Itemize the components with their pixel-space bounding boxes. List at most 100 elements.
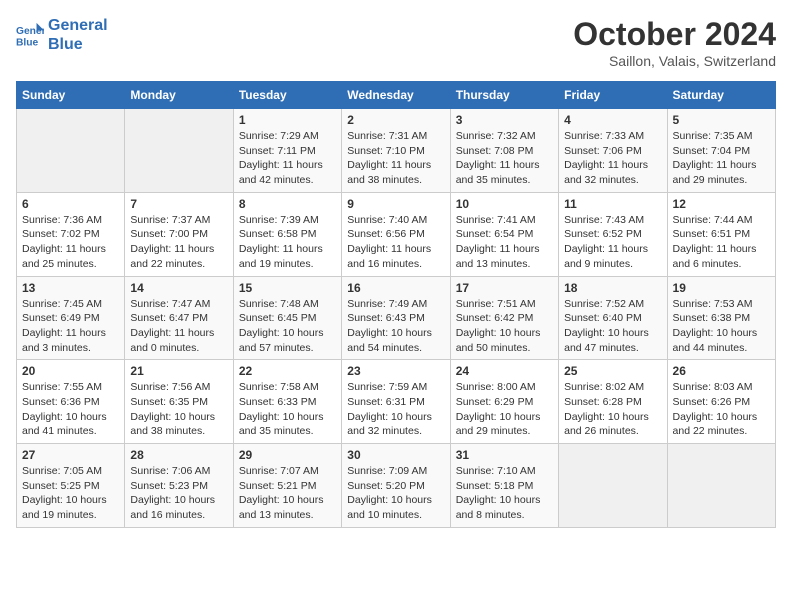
calendar-table: SundayMondayTuesdayWednesdayThursdayFrid…	[16, 81, 776, 528]
calendar-cell: 16 Sunrise: 7:49 AM Sunset: 6:43 PM Dayl…	[342, 276, 450, 360]
day-number: 9	[347, 197, 444, 211]
calendar-cell: 14 Sunrise: 7:47 AM Sunset: 6:47 PM Dayl…	[125, 276, 233, 360]
day-number: 17	[456, 281, 553, 295]
day-number: 12	[673, 197, 770, 211]
weekday-header-thursday: Thursday	[450, 82, 558, 109]
day-number: 27	[22, 448, 119, 462]
day-info: Sunrise: 7:58 AM Sunset: 6:33 PM Dayligh…	[239, 380, 336, 439]
day-number: 29	[239, 448, 336, 462]
day-info: Sunrise: 8:00 AM Sunset: 6:29 PM Dayligh…	[456, 380, 553, 439]
calendar-cell: 29 Sunrise: 7:07 AM Sunset: 5:21 PM Dayl…	[233, 444, 341, 528]
calendar-cell: 11 Sunrise: 7:43 AM Sunset: 6:52 PM Dayl…	[559, 192, 667, 276]
calendar-cell: 30 Sunrise: 7:09 AM Sunset: 5:20 PM Dayl…	[342, 444, 450, 528]
page-header: General Blue General Blue October 2024 S…	[16, 16, 776, 69]
day-info: Sunrise: 7:36 AM Sunset: 7:02 PM Dayligh…	[22, 213, 119, 272]
calendar-cell: 25 Sunrise: 8:02 AM Sunset: 6:28 PM Dayl…	[559, 360, 667, 444]
week-row-1: 1 Sunrise: 7:29 AM Sunset: 7:11 PM Dayli…	[17, 109, 776, 193]
calendar-cell: 3 Sunrise: 7:32 AM Sunset: 7:08 PM Dayli…	[450, 109, 558, 193]
day-info: Sunrise: 7:31 AM Sunset: 7:10 PM Dayligh…	[347, 129, 444, 188]
day-info: Sunrise: 7:09 AM Sunset: 5:20 PM Dayligh…	[347, 464, 444, 523]
logo-icon: General Blue	[16, 21, 44, 49]
calendar-cell: 27 Sunrise: 7:05 AM Sunset: 5:25 PM Dayl…	[17, 444, 125, 528]
calendar-cell: 1 Sunrise: 7:29 AM Sunset: 7:11 PM Dayli…	[233, 109, 341, 193]
day-info: Sunrise: 7:10 AM Sunset: 5:18 PM Dayligh…	[456, 464, 553, 523]
day-info: Sunrise: 7:32 AM Sunset: 7:08 PM Dayligh…	[456, 129, 553, 188]
title-block: October 2024 Saillon, Valais, Switzerlan…	[573, 16, 776, 69]
day-number: 15	[239, 281, 336, 295]
day-number: 11	[564, 197, 661, 211]
week-row-3: 13 Sunrise: 7:45 AM Sunset: 6:49 PM Dayl…	[17, 276, 776, 360]
calendar-cell: 4 Sunrise: 7:33 AM Sunset: 7:06 PM Dayli…	[559, 109, 667, 193]
week-row-4: 20 Sunrise: 7:55 AM Sunset: 6:36 PM Dayl…	[17, 360, 776, 444]
calendar-cell	[125, 109, 233, 193]
day-info: Sunrise: 7:47 AM Sunset: 6:47 PM Dayligh…	[130, 297, 227, 356]
day-info: Sunrise: 7:41 AM Sunset: 6:54 PM Dayligh…	[456, 213, 553, 272]
day-number: 22	[239, 364, 336, 378]
calendar-cell: 18 Sunrise: 7:52 AM Sunset: 6:40 PM Dayl…	[559, 276, 667, 360]
weekday-header-wednesday: Wednesday	[342, 82, 450, 109]
location: Saillon, Valais, Switzerland	[573, 53, 776, 69]
calendar-cell: 31 Sunrise: 7:10 AM Sunset: 5:18 PM Dayl…	[450, 444, 558, 528]
calendar-cell: 6 Sunrise: 7:36 AM Sunset: 7:02 PM Dayli…	[17, 192, 125, 276]
calendar-cell: 13 Sunrise: 7:45 AM Sunset: 6:49 PM Dayl…	[17, 276, 125, 360]
calendar-cell	[17, 109, 125, 193]
day-number: 2	[347, 113, 444, 127]
day-info: Sunrise: 7:49 AM Sunset: 6:43 PM Dayligh…	[347, 297, 444, 356]
weekday-header-tuesday: Tuesday	[233, 82, 341, 109]
weekday-header-sunday: Sunday	[17, 82, 125, 109]
logo-line2: Blue	[48, 35, 108, 54]
calendar-cell	[559, 444, 667, 528]
day-info: Sunrise: 7:39 AM Sunset: 6:58 PM Dayligh…	[239, 213, 336, 272]
day-number: 18	[564, 281, 661, 295]
day-number: 23	[347, 364, 444, 378]
day-info: Sunrise: 7:53 AM Sunset: 6:38 PM Dayligh…	[673, 297, 770, 356]
calendar-cell: 22 Sunrise: 7:58 AM Sunset: 6:33 PM Dayl…	[233, 360, 341, 444]
day-number: 31	[456, 448, 553, 462]
day-info: Sunrise: 7:51 AM Sunset: 6:42 PM Dayligh…	[456, 297, 553, 356]
day-info: Sunrise: 7:48 AM Sunset: 6:45 PM Dayligh…	[239, 297, 336, 356]
calendar-cell: 12 Sunrise: 7:44 AM Sunset: 6:51 PM Dayl…	[667, 192, 775, 276]
day-info: Sunrise: 7:29 AM Sunset: 7:11 PM Dayligh…	[239, 129, 336, 188]
weekday-header-row: SundayMondayTuesdayWednesdayThursdayFrid…	[17, 82, 776, 109]
calendar-cell: 8 Sunrise: 7:39 AM Sunset: 6:58 PM Dayli…	[233, 192, 341, 276]
day-number: 13	[22, 281, 119, 295]
day-number: 4	[564, 113, 661, 127]
weekday-header-monday: Monday	[125, 82, 233, 109]
day-info: Sunrise: 7:43 AM Sunset: 6:52 PM Dayligh…	[564, 213, 661, 272]
week-row-2: 6 Sunrise: 7:36 AM Sunset: 7:02 PM Dayli…	[17, 192, 776, 276]
day-number: 19	[673, 281, 770, 295]
calendar-cell: 17 Sunrise: 7:51 AM Sunset: 6:42 PM Dayl…	[450, 276, 558, 360]
day-number: 24	[456, 364, 553, 378]
calendar-cell: 26 Sunrise: 8:03 AM Sunset: 6:26 PM Dayl…	[667, 360, 775, 444]
calendar-cell: 7 Sunrise: 7:37 AM Sunset: 7:00 PM Dayli…	[125, 192, 233, 276]
calendar-cell: 10 Sunrise: 7:41 AM Sunset: 6:54 PM Dayl…	[450, 192, 558, 276]
logo-line1: General	[48, 16, 108, 35]
day-number: 21	[130, 364, 227, 378]
day-info: Sunrise: 7:35 AM Sunset: 7:04 PM Dayligh…	[673, 129, 770, 188]
day-number: 1	[239, 113, 336, 127]
day-info: Sunrise: 7:37 AM Sunset: 7:00 PM Dayligh…	[130, 213, 227, 272]
day-info: Sunrise: 7:40 AM Sunset: 6:56 PM Dayligh…	[347, 213, 444, 272]
day-info: Sunrise: 7:05 AM Sunset: 5:25 PM Dayligh…	[22, 464, 119, 523]
day-info: Sunrise: 7:44 AM Sunset: 6:51 PM Dayligh…	[673, 213, 770, 272]
calendar-cell: 23 Sunrise: 7:59 AM Sunset: 6:31 PM Dayl…	[342, 360, 450, 444]
weekday-header-friday: Friday	[559, 82, 667, 109]
day-info: Sunrise: 7:59 AM Sunset: 6:31 PM Dayligh…	[347, 380, 444, 439]
day-info: Sunrise: 7:56 AM Sunset: 6:35 PM Dayligh…	[130, 380, 227, 439]
calendar-cell: 15 Sunrise: 7:48 AM Sunset: 6:45 PM Dayl…	[233, 276, 341, 360]
day-number: 3	[456, 113, 553, 127]
day-info: Sunrise: 8:03 AM Sunset: 6:26 PM Dayligh…	[673, 380, 770, 439]
month-title: October 2024	[573, 16, 776, 53]
day-info: Sunrise: 8:02 AM Sunset: 6:28 PM Dayligh…	[564, 380, 661, 439]
day-number: 16	[347, 281, 444, 295]
calendar-cell: 5 Sunrise: 7:35 AM Sunset: 7:04 PM Dayli…	[667, 109, 775, 193]
day-info: Sunrise: 7:07 AM Sunset: 5:21 PM Dayligh…	[239, 464, 336, 523]
day-info: Sunrise: 7:33 AM Sunset: 7:06 PM Dayligh…	[564, 129, 661, 188]
day-info: Sunrise: 7:45 AM Sunset: 6:49 PM Dayligh…	[22, 297, 119, 356]
day-info: Sunrise: 7:55 AM Sunset: 6:36 PM Dayligh…	[22, 380, 119, 439]
day-number: 5	[673, 113, 770, 127]
calendar-cell: 28 Sunrise: 7:06 AM Sunset: 5:23 PM Dayl…	[125, 444, 233, 528]
calendar-cell: 19 Sunrise: 7:53 AM Sunset: 6:38 PM Dayl…	[667, 276, 775, 360]
day-number: 25	[564, 364, 661, 378]
calendar-cell	[667, 444, 775, 528]
